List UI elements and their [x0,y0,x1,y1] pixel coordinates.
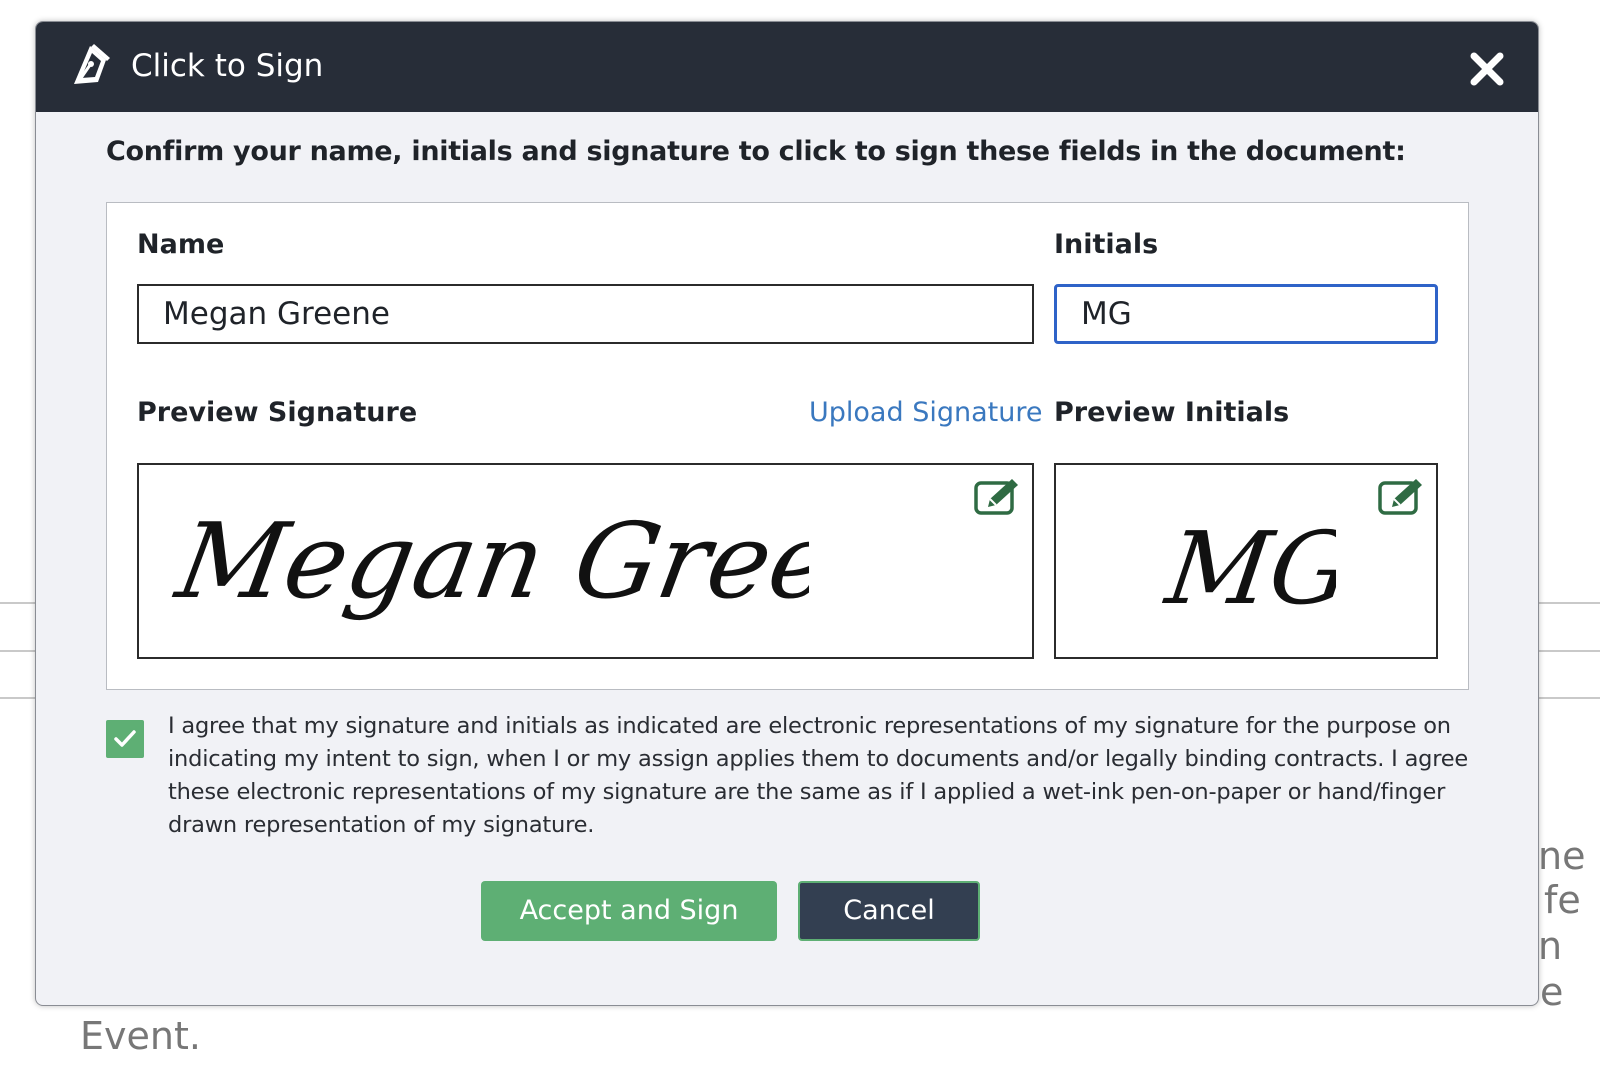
click-to-sign-dialog: Click to Sign Confirm your name, initial… [35,21,1539,1006]
accept-and-sign-button[interactable]: Accept and Sign [481,881,777,941]
signature-preview: Megan Greene [169,501,809,622]
upload-signature-link[interactable]: Upload Signature [809,397,1042,428]
edit-initials-icon[interactable] [1378,477,1426,517]
pen-nib-icon [74,44,110,84]
close-icon[interactable] [1470,52,1504,86]
signature-form-panel: Name Initials Preview Signature Upload S… [106,202,1469,690]
document-text-fragment: ne [1538,834,1586,878]
document-text-fragment: e [1540,970,1564,1014]
signature-preview-text: Megan Greene [169,501,809,622]
preview-signature-label: Preview Signature [137,397,418,428]
agreement-checkbox[interactable] [106,720,144,758]
preview-initials-label: Preview Initials [1054,397,1290,428]
initials-preview-text: MG [1158,510,1336,619]
name-input[interactable] [137,284,1034,344]
instruction-text: Confirm your name, initials and signatur… [106,136,1406,167]
document-text-fragment: n [1538,924,1563,968]
initials-label: Initials [1054,229,1159,260]
document-text: Event. [80,1014,201,1058]
dialog-header: Click to Sign [36,22,1538,112]
signature-preview-box[interactable]: Megan Greene [137,463,1034,659]
dialog-title: Click to Sign [131,48,324,84]
agreement-text: I agree that my signature and initials a… [168,713,1469,838]
checkmark-icon [114,730,136,747]
document-text-fragment: fe [1544,878,1581,922]
initials-input[interactable] [1054,284,1438,344]
initials-preview: MG [1158,510,1336,619]
cancel-button[interactable]: Cancel [798,881,980,941]
edit-signature-icon[interactable] [974,477,1022,517]
initials-preview-box[interactable]: MG [1054,463,1438,659]
name-label: Name [137,229,225,260]
